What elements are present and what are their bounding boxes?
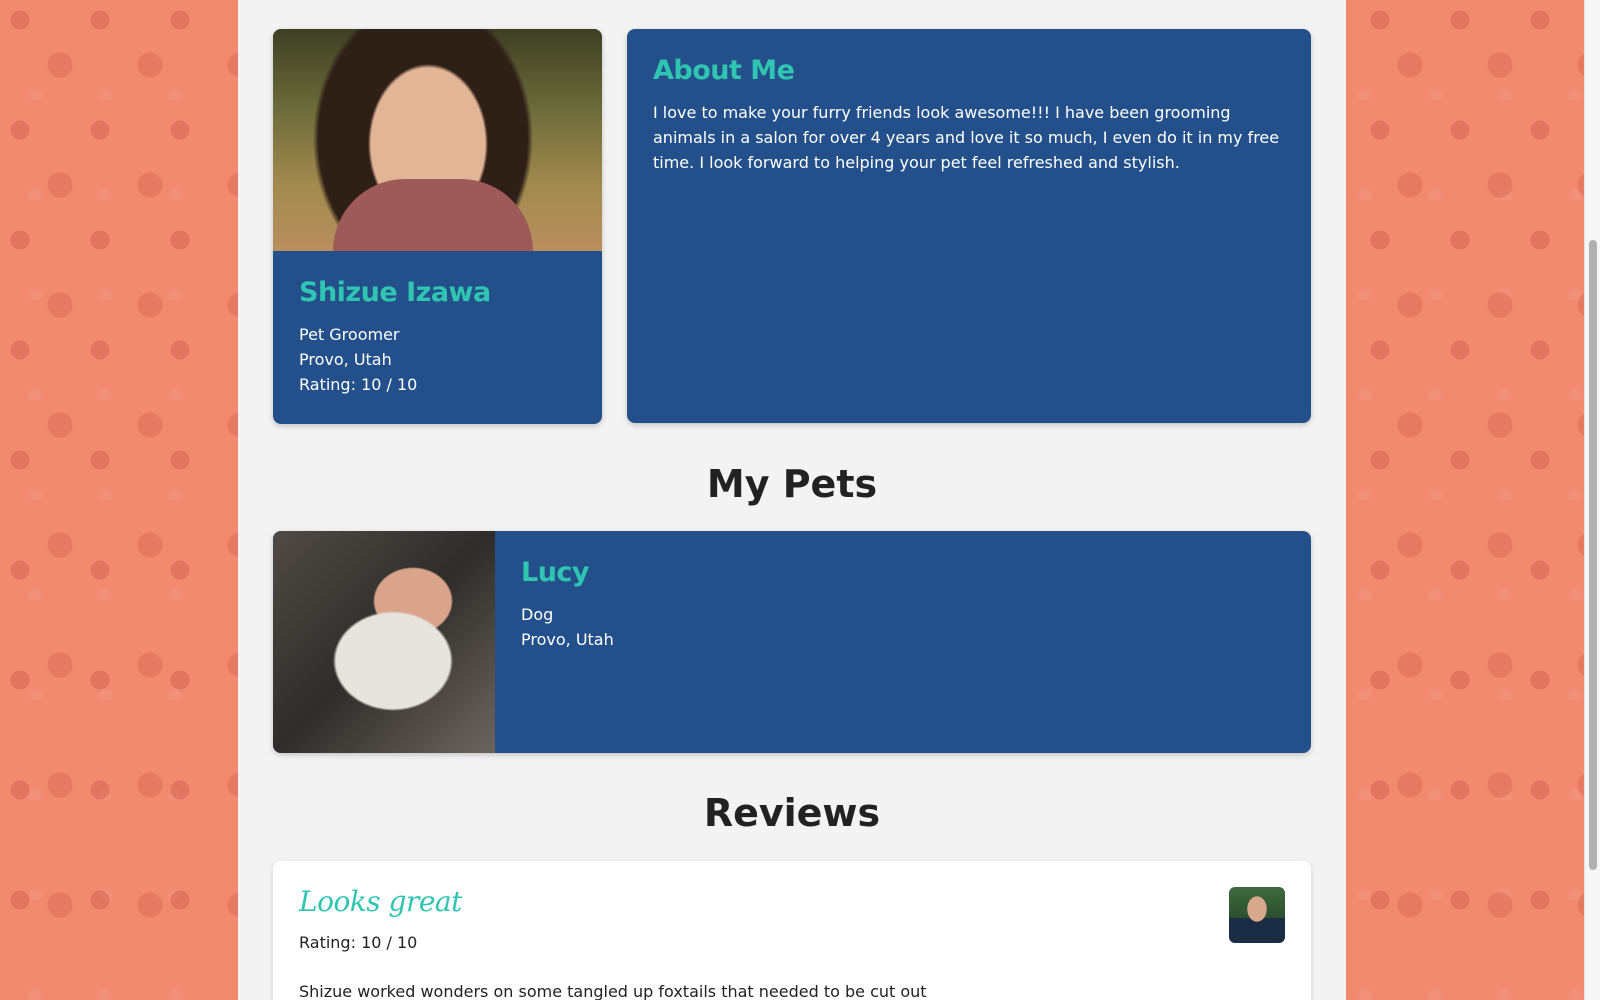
review-rating: Rating: 10 / 10 bbox=[299, 933, 418, 952]
pet-location: Provo, Utah bbox=[521, 630, 614, 649]
profile-photo-shirt bbox=[333, 179, 533, 251]
pet-name: Lucy bbox=[521, 557, 590, 588]
profile-name: Shizue Izawa bbox=[299, 277, 491, 308]
about-card: About Me I love to make your furry frien… bbox=[627, 29, 1311, 423]
page-scrollbar[interactable] bbox=[1584, 0, 1600, 1000]
profile-card: Shizue Izawa Pet Groomer Provo, Utah Rat… bbox=[273, 29, 602, 424]
pet-card[interactable]: Lucy Dog Provo, Utah bbox=[273, 531, 1311, 753]
scrollbar-thumb[interactable] bbox=[1589, 240, 1597, 870]
profile-role: Pet Groomer bbox=[299, 325, 400, 344]
review-text: Shizue worked wonders on some tangled up… bbox=[299, 982, 927, 1000]
about-heading: About Me bbox=[653, 55, 795, 86]
review-title: Looks great bbox=[299, 885, 462, 918]
about-text: I love to make your furry friends look a… bbox=[653, 103, 1280, 172]
profile-rating: Rating: 10 / 10 bbox=[299, 375, 418, 394]
profile-photo bbox=[273, 29, 602, 251]
reviews-heading: Reviews bbox=[703, 791, 881, 835]
profile-info: Shizue Izawa Pet Groomer Provo, Utah Rat… bbox=[273, 251, 602, 397]
pet-photo bbox=[273, 531, 495, 753]
pet-info: Lucy Dog Provo, Utah bbox=[521, 557, 614, 652]
review-card: Looks great Rating: 10 / 10 Shizue worke… bbox=[273, 861, 1311, 1000]
reviewer-avatar[interactable] bbox=[1229, 887, 1285, 943]
profile-page: Shizue Izawa Pet Groomer Provo, Utah Rat… bbox=[238, 0, 1346, 1000]
profile-location: Provo, Utah bbox=[299, 350, 392, 369]
my-pets-heading: My Pets bbox=[706, 462, 878, 506]
pet-type: Dog bbox=[521, 605, 554, 624]
